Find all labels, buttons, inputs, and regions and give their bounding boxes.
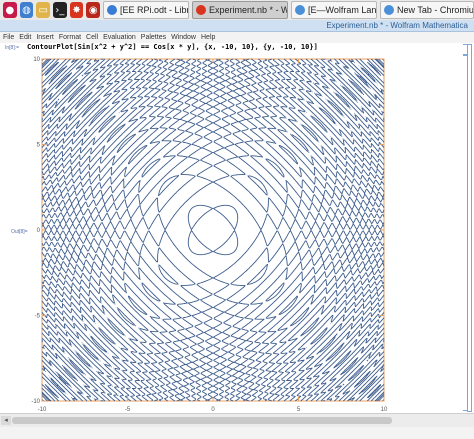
menu-evaluation[interactable]: Evaluation: [103, 34, 136, 41]
y-tick-label: -5: [35, 314, 41, 320]
taskbar-task-label: New Tab - Chromium: [397, 5, 474, 15]
menu-cell[interactable]: Cell: [86, 34, 98, 41]
file-manager-icon[interactable]: ▭: [36, 2, 51, 18]
taskbar-task-label: Experiment.nb * - Wo...: [209, 5, 287, 15]
window-title: Experiment.nb * - Wolfram Mathematica: [326, 21, 468, 30]
horizontal-scrollbar[interactable]: ◂: [0, 413, 474, 427]
plot-frame: [41, 58, 385, 402]
task-list: [EE RPi.odt - LibreOf... Experiment.nb * …: [100, 1, 474, 19]
contour-plot-svg: -10 -5 0 5 101050-5-10: [31, 57, 388, 413]
menu-window[interactable]: Window: [171, 34, 196, 41]
taskbar: ● ◍ ▭ ›_ ✸ ◉ [EE RPi.odt - LibreOf... Exp…: [0, 0, 474, 21]
menu-insert[interactable]: Insert: [36, 34, 54, 41]
taskbar-task-1[interactable]: Experiment.nb * - Wo...: [192, 1, 289, 19]
chromium-icon: [384, 5, 395, 15]
cell-bracket-group[interactable]: [467, 44, 472, 412]
terminal-icon[interactable]: ›_: [53, 2, 67, 18]
taskbar-task-label: [E—Wolfram Langua...: [308, 5, 377, 15]
window-titlebar[interactable]: Experiment.nb * - Wolfram Mathematica: [0, 20, 474, 32]
web-browser-icon[interactable]: ◍: [19, 2, 34, 18]
chromium-icon: [295, 5, 306, 15]
wolfram-launcher-icon[interactable]: ◉: [86, 2, 101, 18]
mathematica-icon: [196, 5, 207, 15]
y-tick-label: -10: [31, 399, 40, 405]
contour-plot[interactable]: -10 -5 0 5 10 10 5 0 -5 -10: [28, 53, 392, 413]
y-tick-label: 10: [33, 57, 40, 63]
taskbar-task-label: [EE RPi.odt - LibreOf...: [120, 5, 188, 15]
taskbar-task-2[interactable]: [E—Wolfram Langua...: [291, 1, 378, 19]
y-tick-label: 0: [37, 228, 41, 234]
input-expression[interactable]: ContourPlot[Sin[x^2 + y^2] == Cos[x * y]…: [27, 43, 318, 51]
scroll-left-icon[interactable]: ◂: [1, 416, 11, 425]
y-tick-label: 5: [37, 143, 41, 149]
libreoffice-icon: [107, 5, 118, 15]
input-label: In[8]:=: [5, 45, 20, 51]
menu-edit[interactable]: Edit: [19, 34, 31, 41]
menu-help[interactable]: Help: [201, 34, 215, 41]
raspberry-menu-icon[interactable]: ●: [3, 2, 17, 18]
taskbar-task-0[interactable]: [EE RPi.odt - LibreOf...: [103, 1, 190, 19]
menu-file[interactable]: File: [3, 34, 14, 41]
status-bar: [0, 427, 474, 439]
scrollbar-thumb[interactable]: [12, 417, 392, 424]
menu-palettes[interactable]: Palettes: [141, 34, 166, 41]
menu-format[interactable]: Format: [59, 34, 81, 41]
output-label: Out[8]=: [11, 229, 28, 235]
menu-bar: File Edit Insert Format Cell Evaluation …: [0, 32, 474, 43]
taskbar-task-3[interactable]: New Tab - Chromium: [380, 1, 474, 19]
mathematica-launcher-icon[interactable]: ✸: [69, 2, 84, 18]
